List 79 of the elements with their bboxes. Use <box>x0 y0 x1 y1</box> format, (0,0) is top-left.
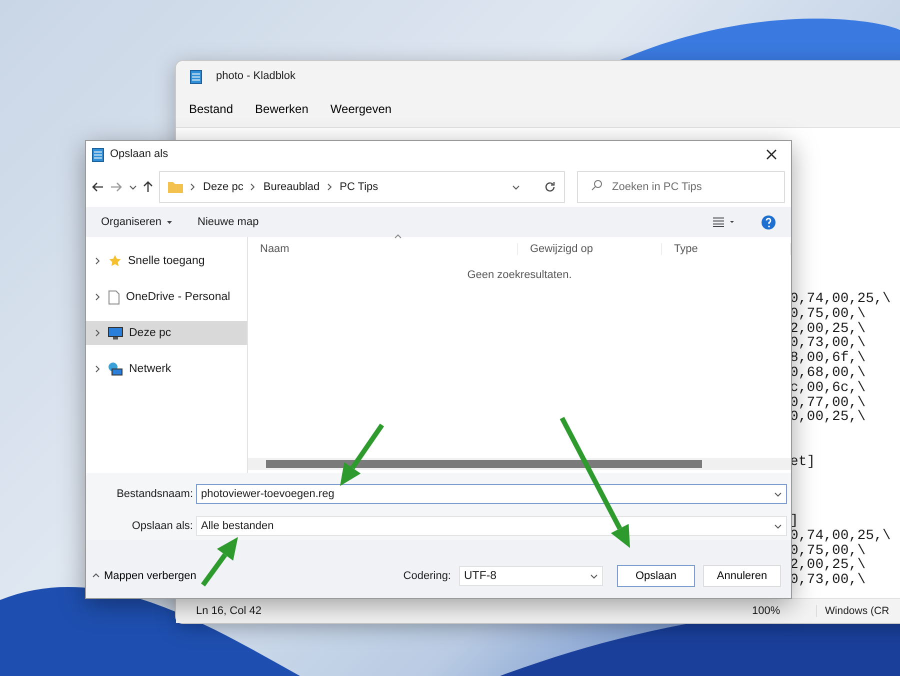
code-line: 2,00,25,\ <box>790 558 867 574</box>
breadcrumb-item[interactable]: PC Tips <box>340 181 378 193</box>
nav-pane-item[interactable]: Snelle toegang <box>86 249 247 273</box>
chevron-right-icon <box>189 183 197 191</box>
column-header[interactable]: Gewijzigd op <box>518 243 662 255</box>
monitor-icon <box>108 326 123 340</box>
chevron-right-icon <box>326 183 334 191</box>
code-line: 0,74,00,25,\ <box>790 528 892 544</box>
chevron-right-icon <box>94 257 102 265</box>
code-line: 0,75,00,\ <box>790 306 867 322</box>
menu-item[interactable]: Bewerken <box>248 98 316 120</box>
help-icon[interactable] <box>761 214 776 230</box>
nav-pane-item[interactable]: OneDrive - Personal <box>86 285 247 309</box>
search-field[interactable]: Zoeken in PC Tips <box>577 171 785 203</box>
save-button[interactable]: Opslaan <box>617 565 695 587</box>
folder-icon <box>168 181 183 193</box>
window-title: photo - Kladblok <box>216 70 296 82</box>
caret-icon <box>166 220 172 224</box>
breadcrumb-item[interactable]: Deze pc <box>203 181 244 193</box>
code-line: 0,74,00,25,\ <box>790 292 892 307</box>
code-line: 0,77,00,\ <box>790 396 867 410</box>
notepad-icon <box>190 68 202 84</box>
status-line-ending: Windows (CR <box>816 605 890 617</box>
column-header[interactable]: Type <box>662 243 791 255</box>
close-icon <box>766 148 776 160</box>
file-type-dropdown[interactable]: Alle bestanden <box>196 516 787 536</box>
chevron-right-icon <box>249 183 258 191</box>
field-label: Opslaan als: <box>130 520 194 532</box>
refresh-icon <box>544 181 556 193</box>
code-line: 0,75,00,\ <box>790 544 867 558</box>
status-zoom: 100% <box>752 605 782 617</box>
address-bar[interactable]: Deze pc Bureaublad PC Tips <box>159 171 565 203</box>
menu-item[interactable]: Weergeven <box>323 98 399 120</box>
empty-message: Geen zoekresultaten. <box>467 269 572 281</box>
chevron-down-icon <box>590 572 598 580</box>
star-icon <box>108 254 122 268</box>
code-line: 8,00,6f,\ <box>790 351 867 366</box>
arrow-up-icon <box>143 181 153 193</box>
arrow-right-icon <box>110 182 122 192</box>
new-folder-button[interactable]: Nieuwe map <box>198 216 259 228</box>
code-line: 0,68,00,\ <box>790 366 867 381</box>
chevron-right-icon <box>94 365 102 373</box>
field-label: Bestandsnaam: <box>116 488 194 500</box>
code-line: 0,73,00,\ <box>790 573 867 588</box>
chevron-down-icon <box>774 522 782 530</box>
chevron-down-icon <box>128 183 136 191</box>
code-line: 2,00,25,\ <box>790 322 867 336</box>
status-position: Ln 16, Col 42 <box>195 605 262 617</box>
hide-folders-link[interactable]: Mappen verbergen <box>92 570 196 582</box>
annotation-arrow <box>200 537 238 586</box>
network-icon <box>108 362 123 376</box>
nav-pane-item[interactable]: Netwerk <box>86 357 247 381</box>
encoding-dropdown[interactable]: UTF-8 <box>459 566 603 586</box>
cancel-button[interactable]: Annuleren <box>703 565 781 587</box>
arrow-left-icon <box>92 182 104 192</box>
dialog-title: Opslaan als <box>110 148 168 160</box>
code-line: 0,73,00,\ <box>790 336 867 352</box>
annotation-arrow <box>340 424 384 486</box>
view-options-icon[interactable] <box>713 217 735 227</box>
sort-caret-icon <box>394 234 402 239</box>
filename-field[interactable]: photoviewer-toevoegen.reg <box>196 484 787 504</box>
scrollbar-thumb[interactable] <box>266 460 702 468</box>
document-icon <box>108 290 120 304</box>
breadcrumb-item[interactable]: Bureaublad <box>263 181 320 193</box>
menu-item[interactable]: Bestand <box>182 98 240 120</box>
organize-menu[interactable]: Organiseren <box>101 216 172 228</box>
chevron-up-icon <box>92 572 100 580</box>
code-line: 0,00,25,\ <box>790 410 867 426</box>
scrollbar-track[interactable] <box>248 458 791 470</box>
encoding-label: Codering: <box>403 570 451 582</box>
code-line: ] <box>790 514 798 529</box>
column-header[interactable]: Naam <box>248 243 518 255</box>
chevron-down-icon <box>774 490 782 498</box>
chevron-down-icon <box>512 183 520 191</box>
chevron-right-icon <box>94 293 102 301</box>
code-line: c,00,6c,\ <box>790 380 867 396</box>
nav-pane-item[interactable]: Deze pc <box>86 321 247 345</box>
chevron-right-icon <box>94 329 102 337</box>
notepad-icon <box>92 146 104 162</box>
